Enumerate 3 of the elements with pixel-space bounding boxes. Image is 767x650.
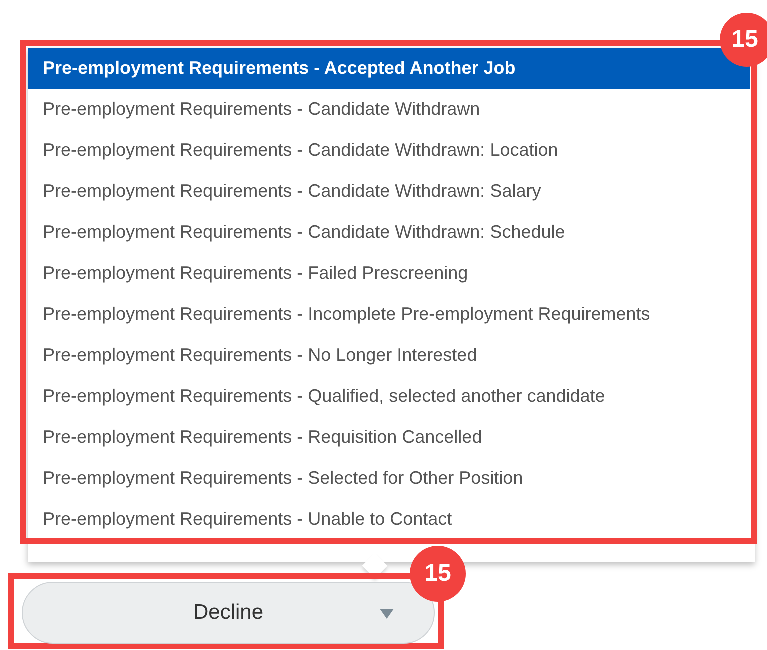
dropdown-option[interactable]: Pre-employment Requirements - Accepted Another Job: [28, 48, 750, 89]
caret-icon: [380, 609, 394, 619]
select-dropdown[interactable]: Decline: [22, 582, 435, 644]
